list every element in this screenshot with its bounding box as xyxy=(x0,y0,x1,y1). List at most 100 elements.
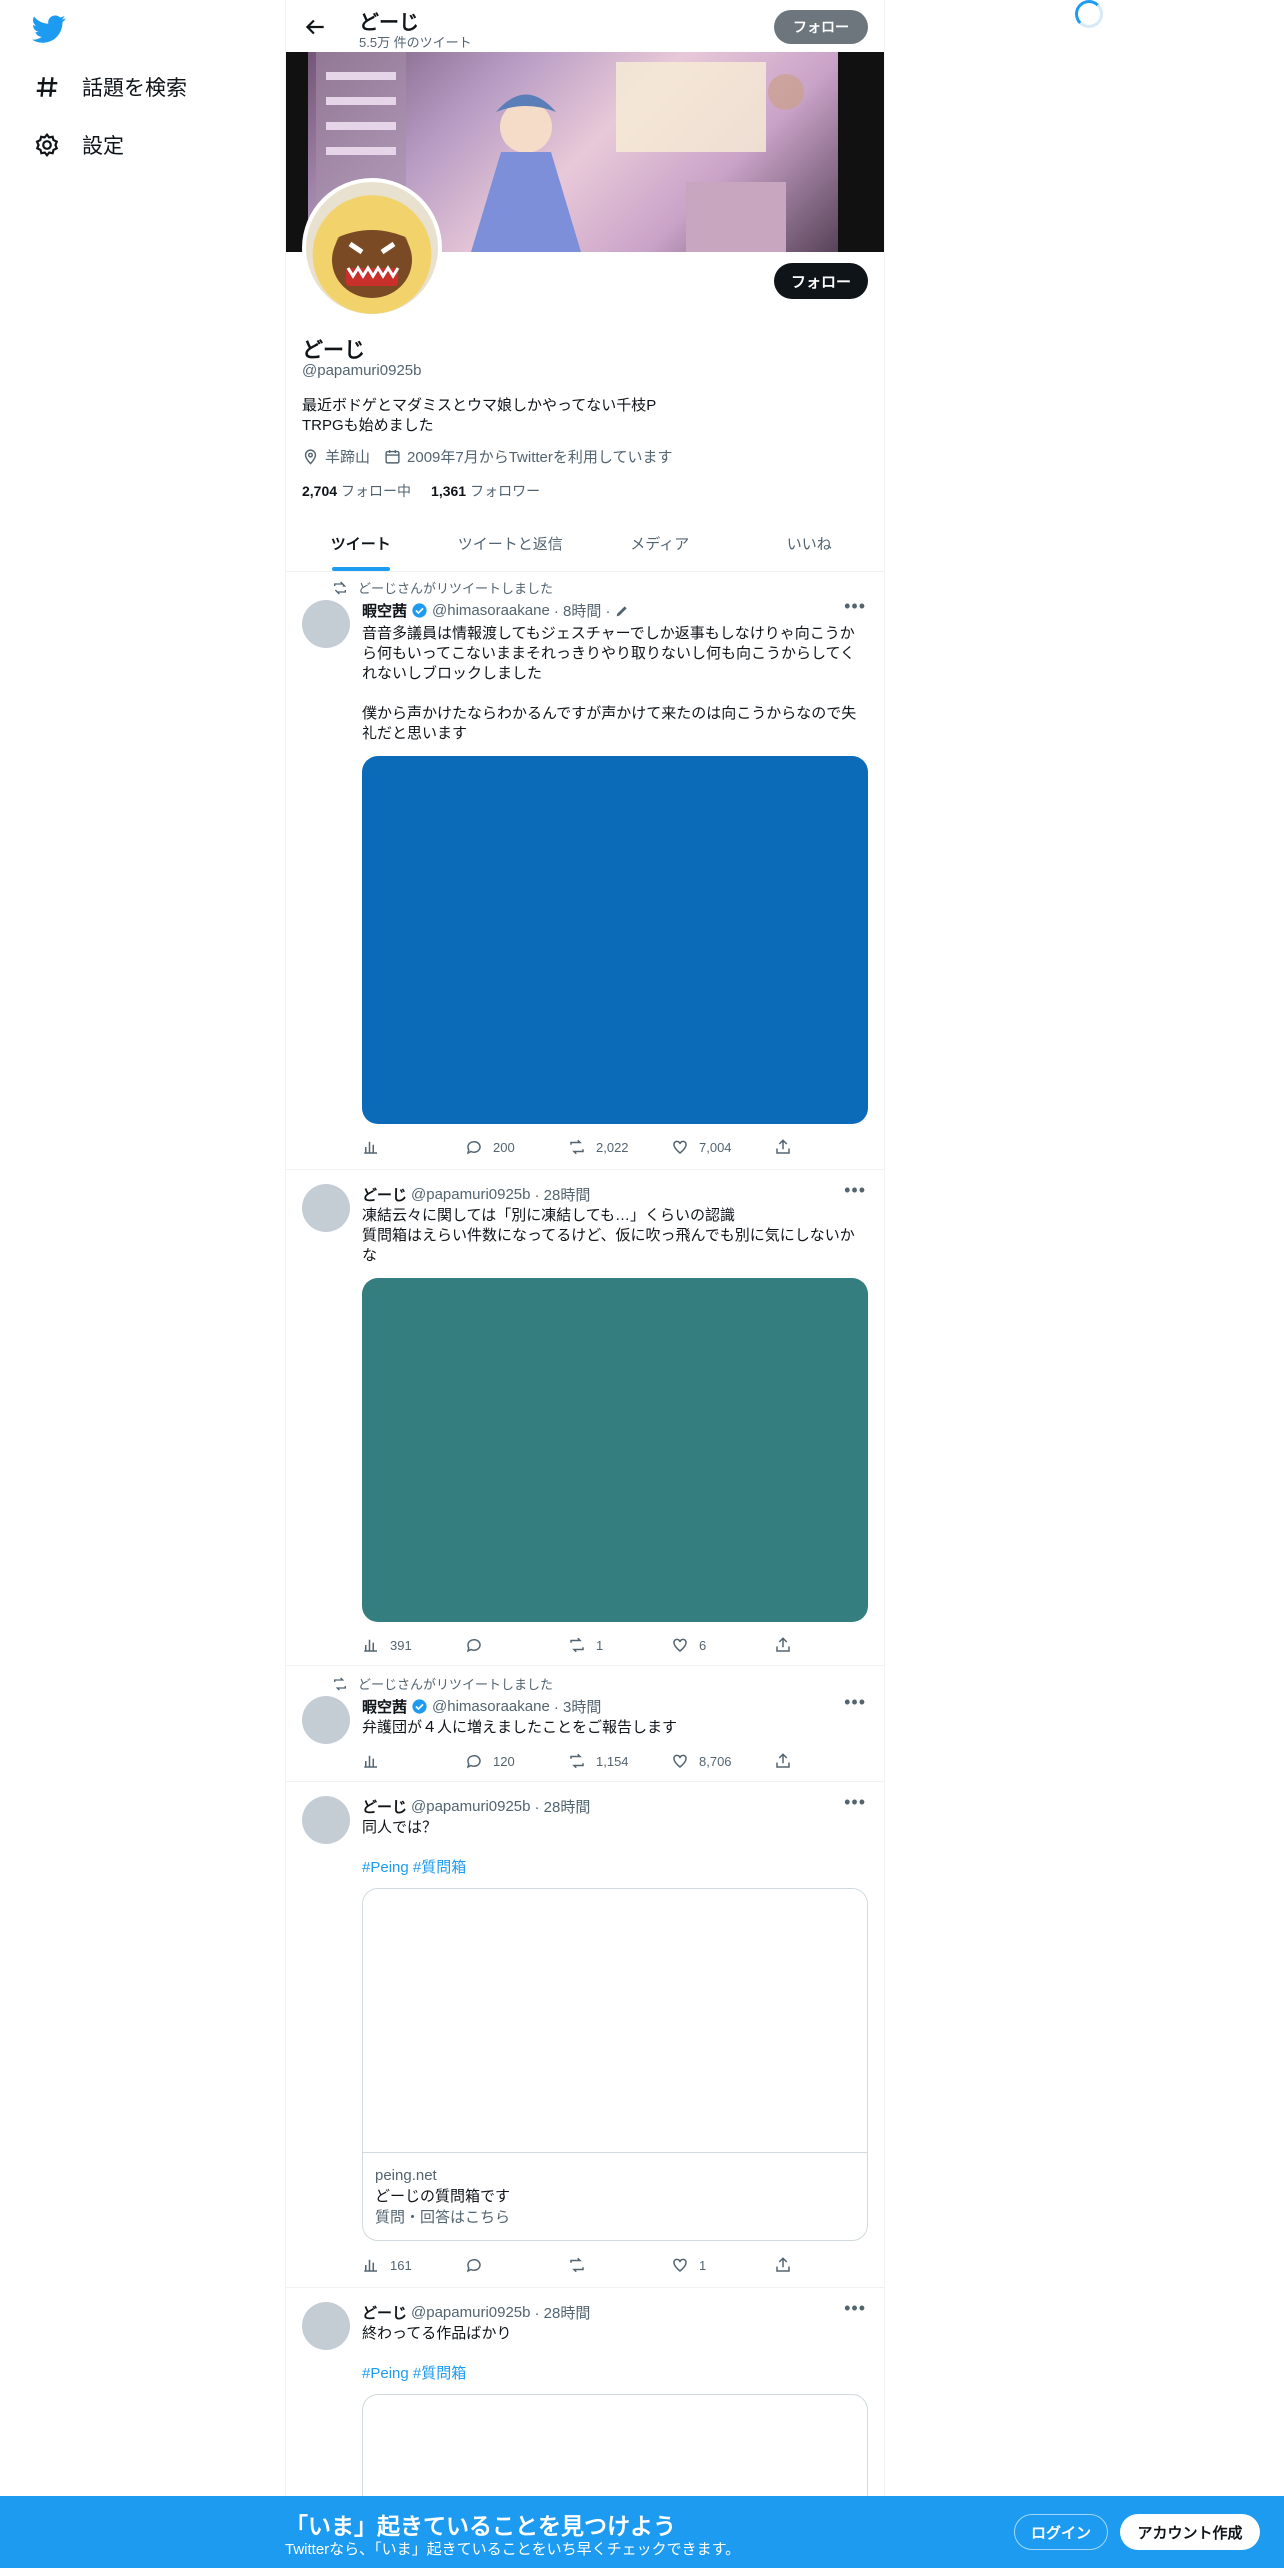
views-button[interactable] xyxy=(362,1752,462,1770)
follow-button[interactable]: フォロー xyxy=(774,263,868,299)
signup-button[interactable]: アカウント作成 xyxy=(1120,2514,1260,2550)
like-button[interactable]: 7,004 xyxy=(671,1138,771,1156)
nav-settings[interactable]: 設定 xyxy=(34,130,124,160)
link-card-description: 質問・回答はこちら xyxy=(375,2209,511,2226)
tweet-hashtags[interactable]: #Peing #質問箱 xyxy=(362,1856,466,1877)
avatar[interactable] xyxy=(302,2302,350,2350)
tweet[interactable]: どーじ @papamuri0925b · 28時間 ••• 終わってる作品ばかり… xyxy=(286,2288,884,2514)
more-options-icon[interactable]: ••• xyxy=(844,1692,866,1713)
tweet[interactable]: どーじさんがリツイートしました 暇空茜 @himasoraakane · 8時間… xyxy=(286,572,884,1170)
login-button[interactable]: ログイン xyxy=(1014,2514,1108,2550)
following-link[interactable]: 2,704 フォロー中 xyxy=(302,481,411,501)
share-icon xyxy=(776,2257,790,2272)
avatar[interactable] xyxy=(302,1796,350,1844)
avatar[interactable] xyxy=(302,1696,350,1744)
tweet-author-handle[interactable]: @himasoraakane xyxy=(432,1698,550,1715)
profile-handle: @papamuri0925b xyxy=(302,362,422,379)
share-button[interactable] xyxy=(774,2256,792,2274)
reply-button[interactable]: 120 xyxy=(465,1752,565,1770)
back-arrow-icon[interactable] xyxy=(302,14,328,40)
retweet-count: 1,154 xyxy=(596,1753,629,1769)
profile-location: 羊蹄山 xyxy=(302,446,370,467)
reply-button[interactable] xyxy=(465,2256,565,2274)
tweet[interactable]: どーじ @papamuri0925b · 28時間 ••• 同人では？ #Pei… xyxy=(286,1782,884,2288)
profile-follow-stats: 2,704 フォロー中 1,361 フォロワー xyxy=(302,481,540,501)
tweet-header: 暇空茜 @himasoraakane · 3時間 xyxy=(362,1696,601,1717)
twitter-logo-icon[interactable] xyxy=(32,12,66,46)
like-count: 8,706 xyxy=(699,1753,732,1769)
profile-name: どーじ xyxy=(302,339,365,362)
tweet-text: 終わってる作品ばかり xyxy=(362,2325,512,2342)
link-card-title: どーじの質問箱です xyxy=(375,2188,511,2205)
share-button[interactable] xyxy=(774,1138,792,1156)
avatar[interactable] xyxy=(302,1184,350,1232)
retweet-button[interactable]: 1 xyxy=(568,1636,668,1654)
tweet-time[interactable]: · 3時間 xyxy=(554,1696,602,1717)
followers-link[interactable]: 1,361 フォロワー xyxy=(431,481,540,501)
views-button[interactable]: 391 xyxy=(362,1636,462,1654)
reply-icon xyxy=(466,1140,481,1155)
retweet-button[interactable]: 1,154 xyxy=(568,1752,668,1770)
share-button[interactable] xyxy=(774,1636,792,1654)
heart-icon xyxy=(673,1754,687,1768)
nav-explore[interactable]: 話題を検索 xyxy=(34,72,187,102)
more-options-icon[interactable]: ••• xyxy=(844,1180,866,1201)
retweet-label: どーじさんがリツイートしました xyxy=(358,1677,554,1692)
tab-tweets-replies[interactable]: ツイートと返信 xyxy=(436,515,586,571)
tweet-author-name[interactable]: 暇空茜 xyxy=(362,1696,407,1717)
tweet-author-handle[interactable]: @papamuri0925b xyxy=(411,2304,530,2321)
loading-spinner-icon xyxy=(1075,0,1103,28)
tweet-author-name[interactable]: どーじ xyxy=(362,2302,407,2323)
profile-location-text: 羊蹄山 xyxy=(325,449,371,466)
like-button[interactable]: 8,706 xyxy=(671,1752,771,1770)
header-follow-button[interactable]: フォロー xyxy=(774,10,868,44)
retweet-icon xyxy=(570,1637,584,1653)
tweet-author-handle[interactable]: @himasoraakane xyxy=(432,602,550,619)
link-card[interactable]: peing.net どーじの質問箱です 質問・回答はこちら xyxy=(362,1888,868,2241)
tweet-media[interactable] xyxy=(362,756,868,1124)
link-card-body: peing.net どーじの質問箱です 質問・回答はこちら xyxy=(363,2153,867,2240)
tweet-hashtags[interactable]: #Peing #質問箱 xyxy=(362,2362,466,2383)
header-name: どーじ xyxy=(359,12,419,34)
tweet-author-name[interactable]: 暇空茜 xyxy=(362,600,407,621)
views-button[interactable] xyxy=(362,1138,462,1156)
tweet-text: 音音多議員は情報渡してもジェスチャーでしか返事もしなけりゃ向こうから何もいってこ… xyxy=(362,625,857,742)
retweet-indicator: どーじさんがリツイートしました xyxy=(332,578,553,597)
tweet-time[interactable]: · 28時間 xyxy=(535,2302,591,2323)
tweet-time[interactable]: · 28時間 xyxy=(535,1184,591,1205)
profile-meta: 羊蹄山 2009年7月からTwitterを利用しています xyxy=(302,446,672,467)
reply-button[interactable]: 200 xyxy=(465,1138,565,1156)
banner-letterbox-left xyxy=(286,52,308,252)
retweet-button[interactable]: 2,022 xyxy=(568,1138,668,1156)
views-button[interactable]: 161 xyxy=(362,2256,462,2274)
more-options-icon[interactable]: ••• xyxy=(844,596,866,617)
tweet-time[interactable]: · 28時間 xyxy=(535,1796,591,1817)
reply-icon xyxy=(466,1754,481,1769)
like-button[interactable]: 6 xyxy=(671,1636,771,1654)
more-options-icon[interactable]: ••• xyxy=(844,2298,866,2319)
reply-button[interactable] xyxy=(465,1636,565,1654)
like-button[interactable]: 1 xyxy=(671,2256,771,2274)
profile-avatar[interactable] xyxy=(302,178,442,318)
tweet-time[interactable]: · 8時間 · xyxy=(554,600,611,621)
tweet-author-name[interactable]: どーじ xyxy=(362,1796,407,1817)
tweet[interactable]: どーじ @papamuri0925b · 28時間 ••• 凍結云々に関しては「… xyxy=(286,1170,884,1666)
analytics-icon xyxy=(364,1755,377,1768)
verified-badge-icon xyxy=(412,603,427,618)
banner-letterbox-right xyxy=(838,52,884,252)
share-button[interactable] xyxy=(774,1752,792,1770)
tweet-author-handle[interactable]: @papamuri0925b xyxy=(411,1186,530,1203)
tweet[interactable]: どーじさんがリツイートしました 暇空茜 @himasoraakane · 3時間… xyxy=(286,1666,884,1782)
analytics-icon xyxy=(364,1639,377,1652)
tab-media[interactable]: メディア xyxy=(585,515,735,571)
tweet-media[interactable] xyxy=(362,1278,868,1622)
reply-icon xyxy=(466,1638,481,1653)
tab-likes[interactable]: いいね xyxy=(735,515,885,571)
more-options-icon[interactable]: ••• xyxy=(844,1792,866,1813)
heart-icon xyxy=(673,2258,687,2272)
retweet-button[interactable] xyxy=(568,2256,668,2274)
tweet-author-name[interactable]: どーじ xyxy=(362,1184,407,1205)
avatar[interactable] xyxy=(302,600,350,648)
tab-tweets[interactable]: ツイート xyxy=(286,515,436,571)
tweet-author-handle[interactable]: @papamuri0925b xyxy=(411,1798,530,1815)
